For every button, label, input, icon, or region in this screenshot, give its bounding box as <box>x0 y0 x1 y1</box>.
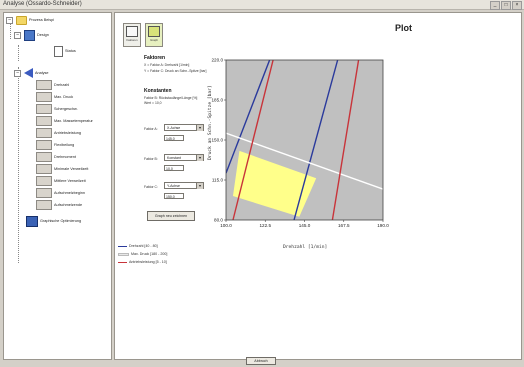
x-tick-label: 167.5 <box>338 223 350 228</box>
x-axis-label: Drehzahl [1/min] <box>283 245 328 250</box>
y-tick-label: 150.0 <box>212 138 224 143</box>
y-tick-label: 220.0 <box>212 58 224 63</box>
x-tick-label: 122.5 <box>260 223 272 228</box>
design-space-plot: 100.0 122.5 145.0 167.5 190.0 220.0 185.0 150.0… <box>212 58 390 228</box>
y-tick-label: 115.0 <box>212 178 224 183</box>
y-tick-label: 185.0 <box>212 98 224 103</box>
y-axis-label: Druck an Schn.-Spitze [bar] <box>208 85 213 160</box>
x-tick-label: 100.0 <box>220 223 232 228</box>
x-tick-label: 190.0 <box>377 223 389 228</box>
y-tick-label: 80.0 <box>214 218 223 223</box>
x-tick-label: 145.0 <box>299 223 311 228</box>
